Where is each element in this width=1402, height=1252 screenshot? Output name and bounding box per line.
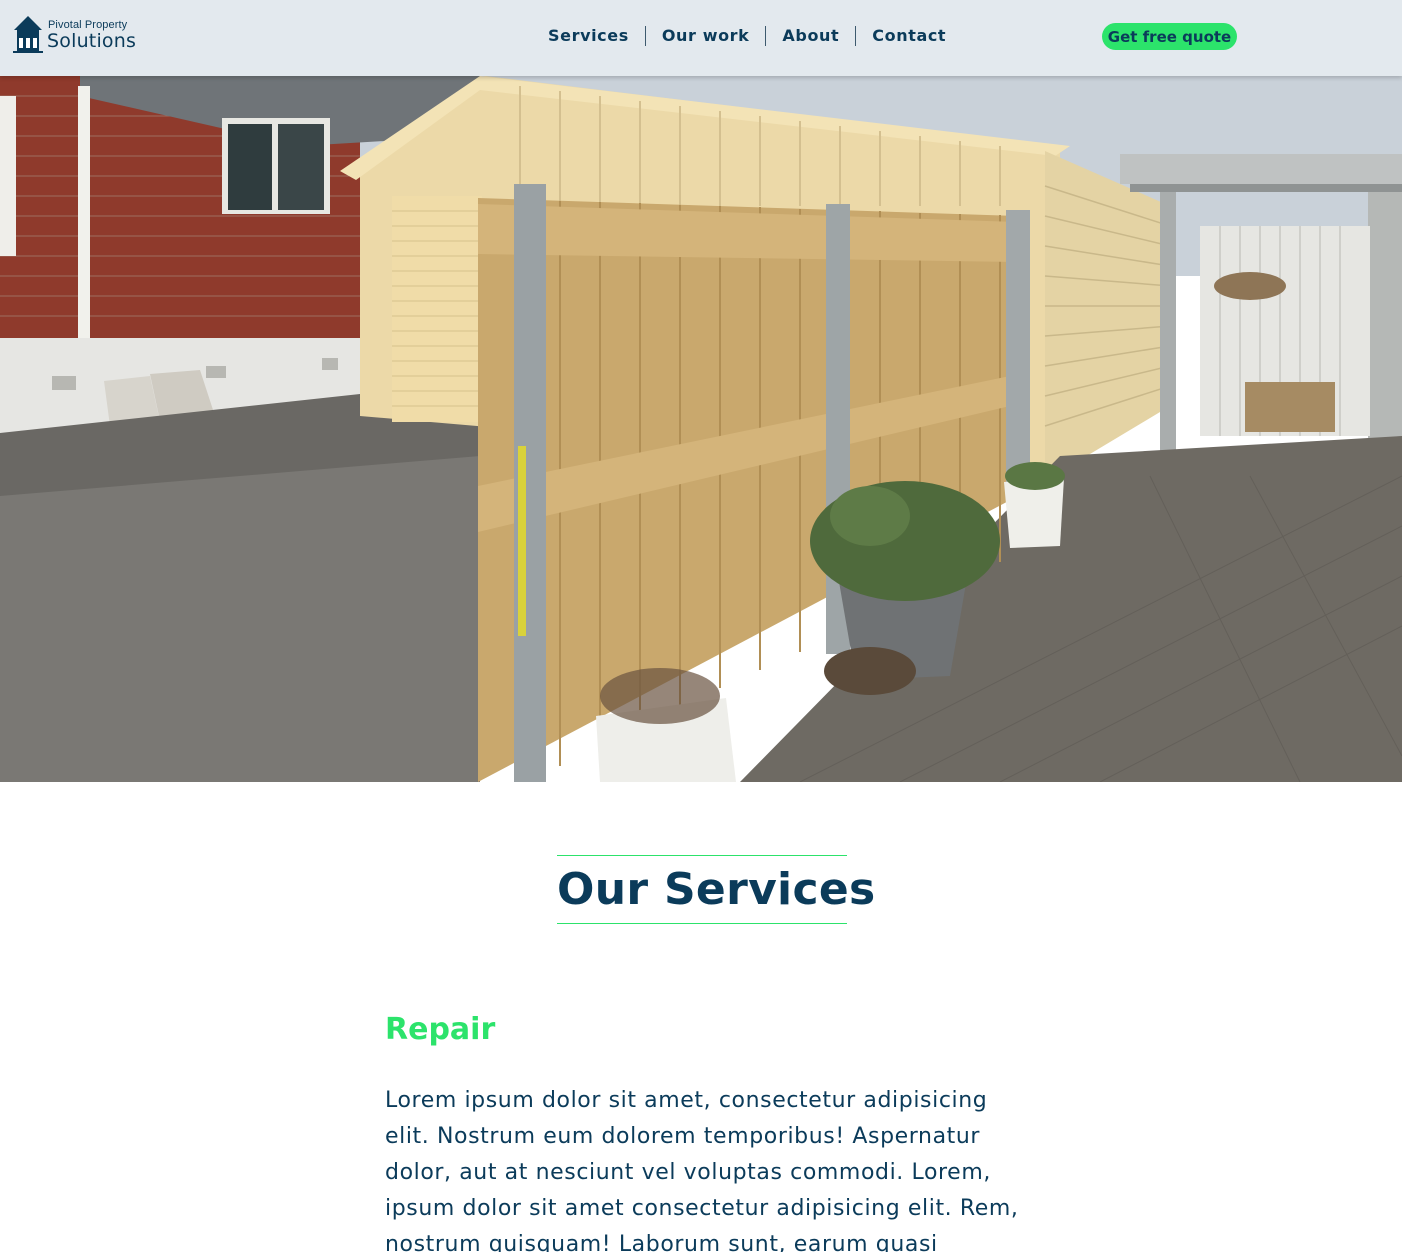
fence-photo xyxy=(0,76,1402,782)
main-nav: Services Our work About Contact xyxy=(532,25,962,47)
house-icon xyxy=(13,16,43,53)
hero-image xyxy=(0,76,1402,782)
section-title: Our Services xyxy=(557,855,875,924)
get-free-quote-button[interactable]: Get free quote xyxy=(1102,23,1237,50)
nav-our-work[interactable]: Our work xyxy=(646,25,766,47)
nav-contact[interactable]: Contact xyxy=(856,25,962,47)
site-logo[interactable]: Pivotal Property Solutions xyxy=(13,14,153,56)
site-header: Pivotal Property Solutions Services Our … xyxy=(0,0,1402,76)
service-heading-repair: Repair xyxy=(385,1012,496,1047)
service-description-repair: Lorem ipsum dolor sit amet, consectetur … xyxy=(385,1088,1019,1252)
nav-about[interactable]: About xyxy=(766,25,855,47)
nav-services[interactable]: Services xyxy=(532,25,645,47)
logo-wordmark: Solutions xyxy=(47,30,137,52)
